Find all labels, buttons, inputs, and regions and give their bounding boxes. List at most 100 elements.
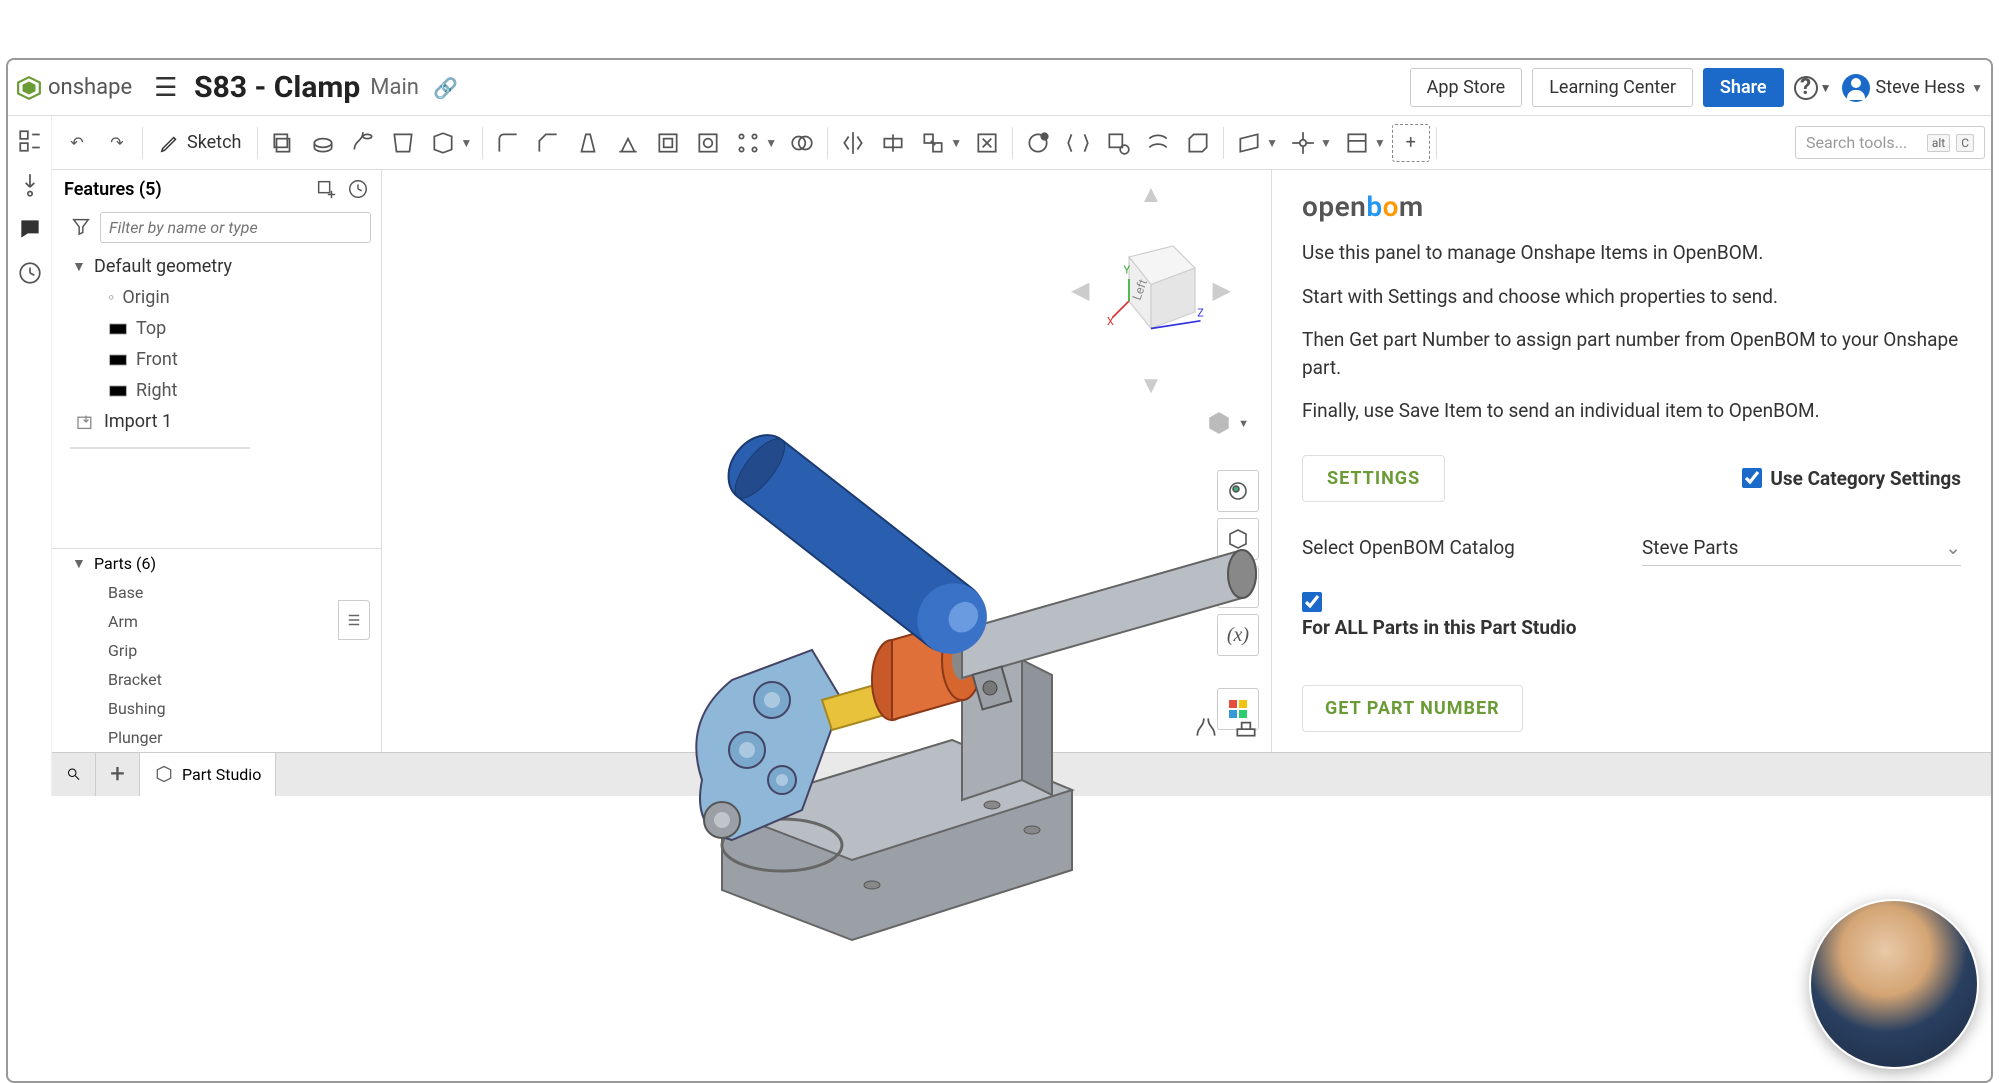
view-cube[interactable]: ▲ ▼ ◀ ▶ Left X Y Z bbox=[1071, 180, 1231, 400]
openbom-intro-text: Finally, use Save Item to send an indivi… bbox=[1302, 397, 1961, 425]
tab-part-studio[interactable]: Part Studio bbox=[140, 753, 276, 796]
part-item[interactable]: Bracket bbox=[52, 665, 381, 694]
search-placeholder: Search tools... bbox=[1806, 133, 1907, 152]
openbom-panel: openbom Use this panel to manage Onshape… bbox=[1271, 170, 1991, 752]
rib-icon[interactable] bbox=[609, 124, 647, 162]
chevron-down-icon[interactable]: ▼ bbox=[765, 136, 781, 150]
hole-icon[interactable] bbox=[689, 124, 727, 162]
filter-input[interactable] bbox=[100, 212, 371, 243]
custom-features-icon[interactable]: + bbox=[1392, 124, 1430, 162]
boolean-icon[interactable] bbox=[783, 124, 821, 162]
offset-surface-icon[interactable] bbox=[1139, 124, 1177, 162]
webcam-overlay bbox=[1809, 899, 1979, 1069]
add-tab-icon[interactable]: + bbox=[96, 753, 140, 796]
openbom-intro-text: Use this panel to manage Onshape Items i… bbox=[1302, 239, 1961, 267]
chamfer-icon[interactable] bbox=[529, 124, 567, 162]
part-item[interactable]: Bushing bbox=[52, 694, 381, 723]
comment-icon[interactable] bbox=[17, 216, 43, 242]
tab-label: Part Studio bbox=[182, 765, 261, 784]
menu-icon[interactable]: ☰ bbox=[154, 73, 182, 103]
sheet-metal-icon[interactable] bbox=[1179, 124, 1217, 162]
use-category-checkbox[interactable]: Use Category Settings bbox=[1742, 467, 1961, 490]
history-icon[interactable] bbox=[17, 260, 43, 286]
filter-icon[interactable] bbox=[70, 215, 92, 241]
shell-icon[interactable] bbox=[649, 124, 687, 162]
openbom-intro-text: Start with Settings and choose which pro… bbox=[1302, 283, 1961, 311]
split-icon[interactable] bbox=[874, 124, 912, 162]
part-item[interactable]: Plunger bbox=[52, 723, 381, 752]
part-item[interactable]: Grip bbox=[52, 636, 381, 665]
parts-header[interactable]: ▼Parts (6) bbox=[52, 549, 381, 578]
add-feature-icon[interactable] bbox=[315, 178, 337, 200]
user-menu[interactable]: Steve Hess ▼ bbox=[1842, 74, 1983, 102]
sketch-button[interactable]: Sketch bbox=[149, 132, 251, 154]
tree-item-front[interactable]: Front bbox=[52, 344, 381, 375]
modify-icon[interactable] bbox=[1019, 124, 1057, 162]
rollback-icon[interactable] bbox=[347, 178, 369, 200]
redo-icon[interactable]: ↷ bbox=[98, 124, 136, 162]
svg-text:Z: Z bbox=[1197, 306, 1204, 319]
loft-icon[interactable] bbox=[384, 124, 422, 162]
catalog-value: Steve Parts bbox=[1642, 536, 1738, 559]
kbd-alt: alt bbox=[1927, 134, 1950, 152]
tree-item-origin[interactable]: ◦Origin bbox=[52, 282, 381, 313]
link-icon[interactable]: 🔗 bbox=[433, 76, 458, 100]
chevron-down-icon[interactable]: ▼ bbox=[1320, 136, 1336, 150]
chevron-down-icon[interactable]: ▼ bbox=[1266, 136, 1282, 150]
pattern-icon[interactable] bbox=[729, 124, 767, 162]
search-tabs-icon[interactable] bbox=[52, 753, 96, 796]
catalog-select[interactable]: Steve Parts ⌄ bbox=[1642, 530, 1961, 566]
brand-text: onshape bbox=[48, 75, 132, 100]
sketch-label: Sketch bbox=[187, 132, 241, 153]
extrude-icon[interactable] bbox=[264, 124, 302, 162]
undo-icon[interactable]: ↶ bbox=[58, 124, 96, 162]
tree-item-import[interactable]: Import 1 bbox=[52, 406, 381, 437]
onshape-logo[interactable]: onshape bbox=[16, 75, 132, 101]
all-parts-label: For ALL Parts in this Part Studio bbox=[1302, 616, 1576, 639]
user-name: Steve Hess bbox=[1876, 77, 1966, 98]
part-item[interactable]: Base bbox=[52, 578, 381, 607]
insert-icon[interactable] bbox=[17, 172, 43, 198]
openbom-logo: openbom bbox=[1302, 190, 1961, 223]
move-face-icon[interactable] bbox=[1059, 124, 1097, 162]
frame-icon[interactable] bbox=[1338, 124, 1376, 162]
document-branch[interactable]: Main bbox=[370, 75, 419, 100]
draft-icon[interactable] bbox=[569, 124, 607, 162]
document-title: S83 - Clamp bbox=[194, 70, 360, 105]
search-tools-input[interactable]: Search tools... alt C bbox=[1795, 126, 1985, 159]
replace-face-icon[interactable] bbox=[1099, 124, 1137, 162]
get-part-number-button[interactable]: GET PART NUMBER bbox=[1302, 685, 1523, 732]
sweep-icon[interactable] bbox=[344, 124, 382, 162]
use-category-checkbox-input[interactable] bbox=[1742, 468, 1762, 488]
learning-center-button[interactable]: Learning Center bbox=[1532, 68, 1693, 107]
revolve-icon[interactable] bbox=[304, 124, 342, 162]
settings-button[interactable]: SETTINGS bbox=[1302, 455, 1445, 502]
svg-text:Y: Y bbox=[1124, 264, 1131, 277]
use-category-label: Use Category Settings bbox=[1770, 467, 1961, 490]
chevron-down-icon[interactable]: ▼ bbox=[1374, 136, 1390, 150]
chevron-down-icon[interactable]: ▼ bbox=[460, 136, 476, 150]
delete-face-icon[interactable] bbox=[968, 124, 1006, 162]
tree-item-default-geometry[interactable]: ▼Default geometry bbox=[52, 251, 381, 282]
tree-item-top[interactable]: Top bbox=[52, 313, 381, 344]
plane-icon[interactable] bbox=[1230, 124, 1268, 162]
tree-item-right[interactable]: Right bbox=[52, 375, 381, 406]
features-panel-icon[interactable] bbox=[17, 128, 43, 154]
kbd-c: C bbox=[1956, 134, 1974, 152]
transform-icon[interactable] bbox=[914, 124, 952, 162]
avatar-icon bbox=[1842, 74, 1870, 102]
catalog-label: Select OpenBOM Catalog bbox=[1302, 536, 1642, 559]
mate-connector-icon[interactable] bbox=[1284, 124, 1322, 162]
collapse-tree-icon[interactable] bbox=[338, 600, 370, 640]
3d-viewport[interactable]: ▲ ▼ ◀ ▶ Left X Y Z bbox=[382, 170, 1271, 752]
thicken-icon[interactable] bbox=[424, 124, 462, 162]
features-title: Features (5) bbox=[64, 179, 162, 200]
clamp-model bbox=[582, 400, 1312, 960]
help-icon[interactable]: ?▼ bbox=[1794, 76, 1832, 100]
app-store-button[interactable]: App Store bbox=[1410, 68, 1523, 107]
part-item[interactable]: Arm bbox=[52, 607, 381, 636]
fillet-icon[interactable] bbox=[489, 124, 527, 162]
share-button[interactable]: Share bbox=[1703, 68, 1784, 107]
chevron-down-icon[interactable]: ▼ bbox=[950, 136, 966, 150]
mirror-icon[interactable] bbox=[834, 124, 872, 162]
